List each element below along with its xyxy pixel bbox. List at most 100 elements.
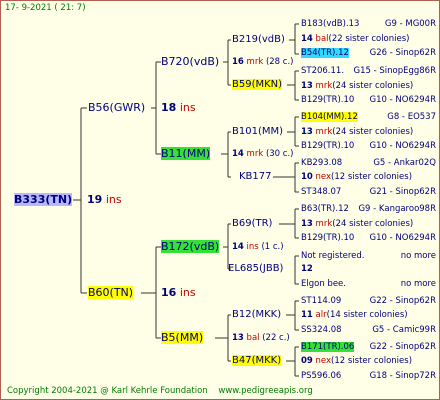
gen3-node: B219(vdB) <box>232 34 285 45</box>
sister-stat-value: 13 <box>301 219 313 229</box>
gen4-node: B129(TR).10 <box>301 233 354 244</box>
sister-stat-value: 13 <box>301 127 313 137</box>
gen1-node: B60(TN) <box>88 286 134 300</box>
root-ins-value: 19 <box>87 193 103 206</box>
gen4-lineage: G9 - MG00R <box>384 19 436 29</box>
gen4-lineage: G10 - NO6294R <box>369 95 436 105</box>
gen4-queen-name[interactable]: B183(vdB).13 <box>301 19 359 29</box>
gen4-node: PS596.06 <box>301 371 341 382</box>
gen1-queen-name[interactable]: B56(GWR) <box>88 101 145 114</box>
sister-stat-trait: nex <box>315 172 332 182</box>
sister-stat-colonies: (14 sister colonies) <box>326 310 408 320</box>
site-link[interactable]: www.pedigreeapis.org <box>218 386 312 396</box>
gen4-node: B183(vdB).13 <box>301 19 359 30</box>
gen4-node: SS324.08 <box>301 325 342 336</box>
gen4-lineage: G22 - Sinop62R <box>369 342 436 352</box>
sister-stat-colonies: (12 sister colonies) <box>331 172 413 182</box>
gen2-node: B720(vdB) <box>161 55 219 69</box>
gen2-stat-value: 14 <box>232 242 244 252</box>
sister-stat-trait: nex <box>315 356 332 366</box>
gen4-node: B54(TR).12 <box>301 48 349 59</box>
gen1-queen-name[interactable]: B60(TN) <box>88 286 134 299</box>
gen4-lineage: G10 - NO6294R <box>369 233 436 243</box>
gen2-stat-trait: bal <box>246 333 260 343</box>
gen4-queen-name[interactable]: SS324.08 <box>301 325 342 335</box>
root-queen-name[interactable]: B333(TN) <box>14 193 73 206</box>
gen2-node: B5(MM) <box>161 331 204 345</box>
gen3-queen-name[interactable]: B59(MKN) <box>232 79 283 90</box>
gen3-node: B59(MKN) <box>232 79 283 90</box>
gen3-sister-stats: 09 nex(12 sister colonies) <box>301 356 412 367</box>
gen2-queen-name[interactable]: B720(vdB) <box>161 55 219 68</box>
gen2-stat-colonies: (28 c.) <box>265 57 294 67</box>
gen2-queen-name[interactable]: B5(MM) <box>161 331 204 344</box>
gen4-node: B171(TR).06 <box>301 342 355 353</box>
gen3-node: EL685(JBB) <box>228 263 283 274</box>
copyright-text: Copyright 2004-2021 @ Karl Kehrle Founda… <box>7 386 208 396</box>
gen2-stats: 16 mrk (28 c.) <box>232 57 293 68</box>
sister-stat-colonies: (22 sister colonies) <box>328 34 410 44</box>
gen4-queen-name[interactable]: B129(TR).10 <box>301 141 354 151</box>
gen3-queen-name[interactable]: B219(vdB) <box>232 34 285 45</box>
gen2-stats: 13 bal (22 c.) <box>232 333 290 344</box>
gen3-node: B47(MKK) <box>232 355 282 366</box>
gen4-queen-name[interactable]: B171(TR).06 <box>301 342 355 352</box>
gen3-queen-name[interactable]: B47(MKK) <box>232 355 282 366</box>
gen2-stat-value: 13 <box>232 333 244 343</box>
gen1-ins-label: ins <box>179 286 196 299</box>
sister-stat-colonies: (24 sister colonies) <box>332 81 414 91</box>
sister-stat-trait: bal <box>315 34 329 44</box>
gen4-queen-name[interactable]: Not registered. <box>301 251 365 261</box>
gen4-queen-name[interactable]: ST348.07 <box>301 187 341 197</box>
sister-stat-colonies: (24 sister colonies) <box>332 219 414 229</box>
gen4-node: KB293.08 <box>301 158 342 169</box>
gen2-node: B172(vdB) <box>161 240 220 254</box>
gen4-queen-name[interactable]: B104(MM).12 <box>301 112 358 122</box>
gen4-queen-name[interactable]: B129(TR).10 <box>301 95 354 105</box>
sister-stat-value: 14 <box>301 34 313 44</box>
gen4-lineage: G21 - Sinop62R <box>369 187 436 197</box>
gen4-lineage: G22 - Sinop62R <box>369 296 436 306</box>
gen3-queen-name[interactable]: KB177 <box>239 171 272 182</box>
pedigree-page: 17- 9-2021 ( 21: 7) B333(TN) 19 ins B56(… <box>0 0 440 400</box>
footer-copyright: Copyright 2004-2021 @ Karl Kehrle Founda… <box>7 386 313 397</box>
sister-stat-colonies: (12 sister colonies) <box>331 356 413 366</box>
gen3-sister-stats: 11 alr(14 sister colonies) <box>301 310 408 321</box>
gen4-lineage: G10 - NO6294R <box>369 141 436 151</box>
gen3-queen-name[interactable]: EL685(JBB) <box>228 263 283 274</box>
gen4-node: ST206.11. <box>301 66 344 77</box>
gen3-queen-name[interactable]: B12(MKK) <box>232 309 281 320</box>
gen4-node: B129(TR).10 <box>301 141 354 152</box>
gen2-stat-colonies: (1 c.) <box>261 242 284 252</box>
gen2-queen-name[interactable]: B172(vdB) <box>161 240 220 253</box>
gen4-queen-name[interactable]: PS596.06 <box>301 371 341 381</box>
gen3-queen-name[interactable]: B101(MM) <box>232 126 283 137</box>
gen4-node: Not registered. <box>301 251 365 262</box>
gen4-queen-name[interactable]: KB293.08 <box>301 158 342 168</box>
gen3-node: B69(TR) <box>232 218 272 229</box>
root-queen: B333(TN) <box>14 193 73 207</box>
sister-stat-value: 09 <box>301 356 313 366</box>
sister-stat-trait: mrk <box>315 219 333 229</box>
gen1-ins-value: 18 <box>161 101 177 114</box>
sister-stat-trait: alr <box>315 310 327 320</box>
gen4-queen-name[interactable]: B63(TR).12 <box>301 204 349 214</box>
gen3-sister-stats: 10 nex(12 sister colonies) <box>301 172 412 183</box>
gen4-node: B129(TR).10 <box>301 95 354 106</box>
gen4-node: B63(TR).12 <box>301 204 349 215</box>
gen3-queen-name[interactable]: B69(TR) <box>232 218 272 229</box>
gen4-lineage: G15 - SinopEgg86R <box>353 66 437 76</box>
gen3-sister-stats: 14 bal(22 sister colonies) <box>301 34 410 45</box>
gen4-queen-name[interactable]: ST114.09 <box>301 296 341 306</box>
gen2-stat-value: 14 <box>232 149 244 159</box>
gen1-ins-label: ins <box>179 101 196 114</box>
gen4-queen-name[interactable]: Elgon bee. <box>301 279 346 289</box>
report-date: 17- 9-2021 ( 21: 7) <box>5 3 86 13</box>
gen2-queen-name[interactable]: B11(MM) <box>161 147 211 160</box>
gen4-lineage: G9 - Kangaroo98R <box>358 204 436 214</box>
gen4-queen-name[interactable]: ST206.11. <box>301 66 344 76</box>
gen3-sister-stats: 13 mrk(24 sister colonies) <box>301 127 413 138</box>
gen4-queen-name[interactable]: B54(TR).12 <box>301 48 349 58</box>
gen4-queen-name[interactable]: B129(TR).10 <box>301 233 354 243</box>
gen4-node: Elgon bee. <box>301 279 346 290</box>
